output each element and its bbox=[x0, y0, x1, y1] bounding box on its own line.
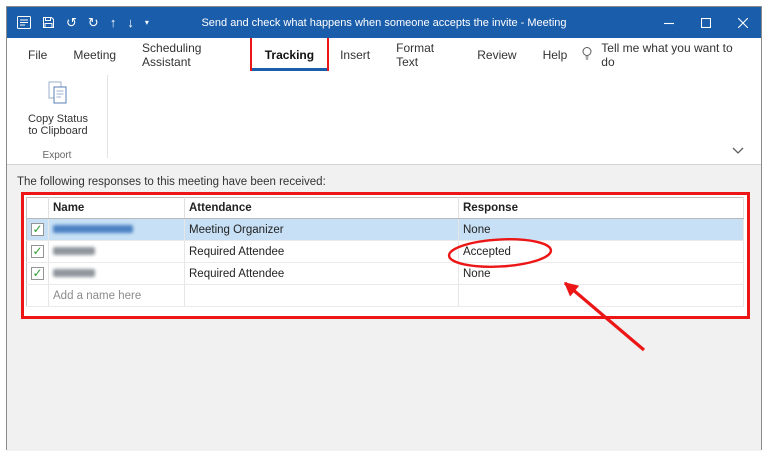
collapse-ribbon-icon[interactable] bbox=[727, 142, 749, 158]
response-value: None bbox=[463, 267, 491, 280]
previous-item-icon[interactable]: ↑ bbox=[110, 16, 117, 29]
tab-tracking[interactable]: Tracking bbox=[249, 36, 330, 73]
tab-review[interactable]: Review bbox=[464, 38, 529, 71]
tracking-pane: The following responses to this meeting … bbox=[7, 165, 761, 451]
ribbon-content: Copy Status to Clipboard Export bbox=[7, 71, 761, 165]
redo-icon[interactable]: ↻ bbox=[88, 16, 99, 29]
tab-format-text[interactable]: Format Text bbox=[383, 38, 464, 71]
tab-scheduling-assistant[interactable]: Scheduling Assistant bbox=[129, 38, 252, 71]
blurred-attendee-name bbox=[53, 225, 133, 234]
meeting-window: ↺ ↻ ↑ ↓ ▾ Send and check what happens wh… bbox=[6, 6, 762, 451]
blurred-attendee-name bbox=[53, 269, 95, 278]
tab-file[interactable]: File bbox=[15, 38, 60, 71]
response-cell: None bbox=[458, 262, 744, 285]
accepted-response: Accepted bbox=[463, 245, 511, 258]
attendee-row-1[interactable]: ✓ Meeting Organizer None bbox=[26, 218, 744, 241]
customize-qat-icon[interactable]: ▾ bbox=[145, 18, 149, 27]
tab-meeting[interactable]: Meeting bbox=[60, 38, 129, 71]
blurred-attendee-name bbox=[53, 247, 95, 256]
name-cell bbox=[48, 218, 185, 241]
copy-status-label-line2: to Clipboard bbox=[28, 125, 88, 137]
checkbox-cell bbox=[26, 284, 49, 307]
checkbox-cell: ✓ bbox=[26, 240, 49, 263]
response-cell: None bbox=[458, 218, 744, 241]
copy-status-label-line1: Copy Status bbox=[28, 113, 88, 125]
attendee-row-2[interactable]: ✓ Required Attendee Accepted bbox=[26, 240, 744, 263]
table-header-row: Name Attendance Response bbox=[26, 197, 744, 219]
copy-pages-icon bbox=[45, 80, 71, 109]
add-name-cell[interactable]: Add a name here bbox=[48, 284, 185, 307]
tracking-checkbox[interactable]: ✓ bbox=[31, 266, 44, 280]
name-cell bbox=[48, 262, 185, 285]
tracking-checkbox[interactable]: ✓ bbox=[31, 222, 44, 236]
tell-me-label: Tell me what you want to do bbox=[601, 40, 733, 69]
quick-access-toolbar: ↺ ↻ ↑ ↓ ▾ bbox=[7, 16, 149, 29]
ribbon-group-separator bbox=[107, 75, 108, 158]
attendance-cell bbox=[184, 284, 459, 307]
attendance-cell: Required Attendee bbox=[184, 240, 459, 263]
checkbox-cell: ✓ bbox=[26, 262, 49, 285]
tab-insert[interactable]: Insert bbox=[327, 38, 383, 71]
next-item-icon[interactable]: ↓ bbox=[127, 16, 134, 29]
outlook-item-icon bbox=[17, 16, 31, 29]
tab-help[interactable]: Help bbox=[530, 38, 581, 71]
column-header-attendance[interactable]: Attendance bbox=[184, 197, 459, 219]
response-cell: Accepted bbox=[458, 240, 744, 263]
lightbulb-icon bbox=[580, 46, 594, 64]
copy-status-button[interactable]: Copy Status to Clipboard bbox=[19, 76, 97, 150]
tracking-table: Name Attendance Response ✓ Meeting Organize… bbox=[26, 197, 744, 307]
name-cell bbox=[48, 240, 185, 263]
minimize-button[interactable] bbox=[650, 7, 687, 38]
undo-icon[interactable]: ↺ bbox=[66, 16, 77, 29]
response-value: None bbox=[463, 223, 491, 236]
attendee-row-3[interactable]: ✓ Required Attendee None bbox=[26, 262, 744, 285]
ribbon-tabs: File Meeting Scheduling Assistant Tracking I… bbox=[15, 36, 581, 73]
response-cell bbox=[458, 284, 744, 307]
responses-intro-text: The following responses to this meeting … bbox=[17, 176, 326, 188]
attendee-row-4[interactable]: Add a name here bbox=[26, 284, 744, 307]
ribbon-tab-bar: File Meeting Scheduling Assistant Tracking I… bbox=[7, 36, 761, 73]
close-button[interactable] bbox=[724, 7, 761, 38]
title-bar: ↺ ↻ ↑ ↓ ▾ Send and check what happens wh… bbox=[7, 7, 761, 38]
checkbox-cell: ✓ bbox=[26, 218, 49, 241]
export-group-label: Export bbox=[42, 150, 72, 161]
tell-me-box[interactable]: Tell me what you want to do bbox=[580, 38, 761, 71]
window-controls bbox=[650, 7, 761, 38]
attendance-cell: Required Attendee bbox=[184, 262, 459, 285]
checkbox-column-header bbox=[26, 197, 49, 219]
tracking-checkbox[interactable]: ✓ bbox=[31, 244, 44, 258]
column-header-response[interactable]: Response bbox=[458, 197, 744, 219]
attendance-cell: Meeting Organizer bbox=[184, 218, 459, 241]
maximize-button[interactable] bbox=[687, 7, 724, 38]
tracking-table-annotation-box: Name Attendance Response ✓ Meeting Organize… bbox=[21, 192, 750, 319]
save-icon[interactable] bbox=[42, 16, 55, 29]
column-header-name[interactable]: Name bbox=[48, 197, 185, 219]
